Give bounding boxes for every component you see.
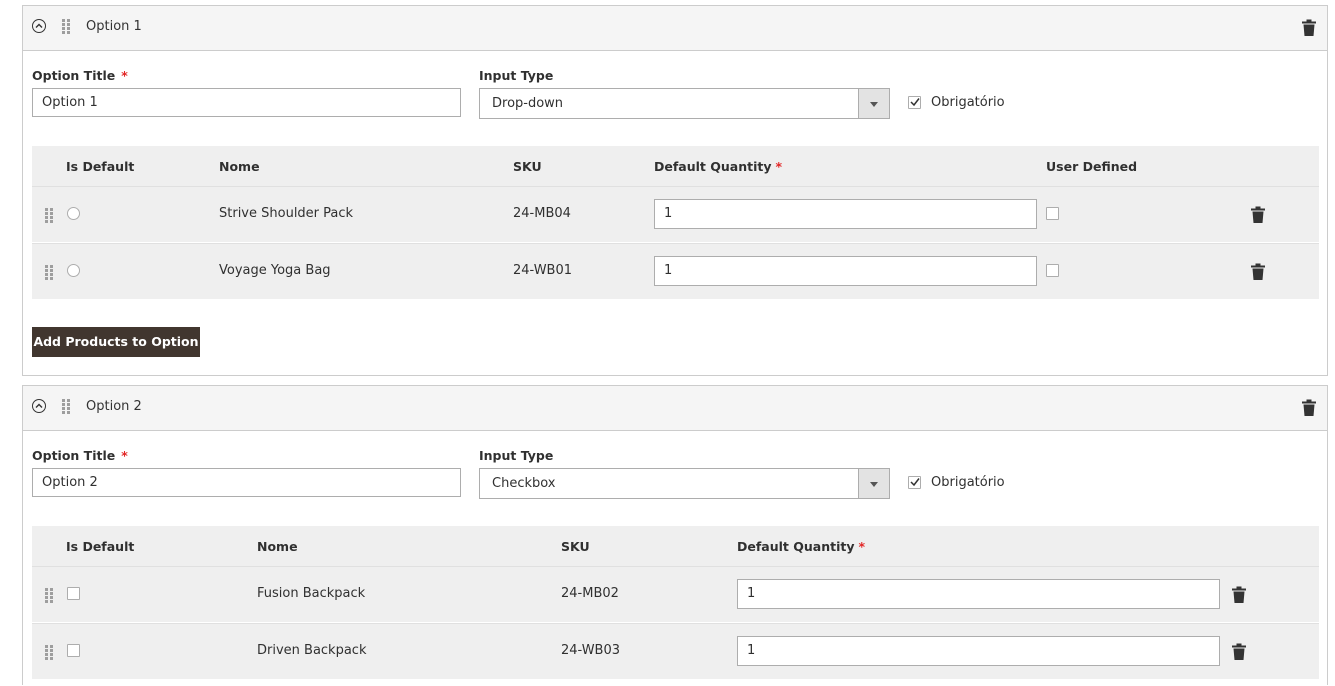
delete-row-icon[interactable] <box>1251 263 1265 280</box>
product-name: Driven Backpack <box>257 643 367 658</box>
required-mark: * <box>858 539 866 554</box>
input-type-label: Input Type <box>479 68 554 83</box>
delete-row-icon[interactable] <box>1251 206 1265 223</box>
option-title-label: Option Title * <box>32 68 128 83</box>
column-header: SKU <box>513 159 542 174</box>
required-mark: * <box>775 159 783 174</box>
product-sku: 24-MB04 <box>513 206 571 221</box>
input-type-value: Drop-down <box>492 96 564 111</box>
table-row: Driven Backpack 24-WB03 1 <box>32 623 1319 679</box>
input-type-label: Input Type <box>479 448 554 463</box>
option-header[interactable]: Option 1 <box>23 6 1327 51</box>
drag-handle-icon[interactable] <box>45 265 53 281</box>
is-default-radio[interactable] <box>67 207 80 220</box>
collapse-icon[interactable] <box>32 19 46 33</box>
is-default-checkbox[interactable] <box>67 587 80 600</box>
default-quantity-input[interactable]: 1 <box>737 579 1220 609</box>
table-header: Is Default Nome SKU Default Quantity * <box>32 526 1319 566</box>
product-name: Strive Shoulder Pack <box>219 206 354 221</box>
chevron-down-icon[interactable] <box>858 469 889 498</box>
required-mark: * <box>121 448 128 463</box>
column-header: Nome <box>257 539 298 554</box>
product-sku: 24-WB01 <box>513 263 573 278</box>
drag-handle-icon[interactable] <box>62 19 70 35</box>
table-header: Is Default Nome SKU Default Quantity * Us… <box>32 146 1319 186</box>
is-default-checkbox[interactable] <box>67 644 80 657</box>
chevron-down-icon[interactable] <box>858 89 889 118</box>
required-checkbox[interactable] <box>908 476 921 489</box>
user-defined-checkbox[interactable] <box>1046 207 1059 220</box>
option-panel-2: Option 2 Option Title * Option 2 Input Ty… <box>22 385 1328 685</box>
product-sku: 24-MB02 <box>561 586 619 601</box>
table-row: Strive Shoulder Pack 24-MB04 1 <box>32 186 1319 242</box>
option-title-label: Option Title * <box>32 448 128 463</box>
column-header-text: Default Quantity <box>737 539 855 554</box>
column-header: User Defined <box>1046 159 1138 174</box>
default-quantity-input[interactable]: 1 <box>737 636 1220 666</box>
is-default-radio[interactable] <box>67 264 80 277</box>
column-header: SKU <box>561 539 590 554</box>
delete-option-icon[interactable] <box>1302 399 1316 416</box>
selections-table: Is Default Nome SKU Default Quantity * Fu… <box>32 526 1319 686</box>
input-type-value: Checkbox <box>492 476 556 491</box>
option-header-title: Option 1 <box>86 19 142 34</box>
option-title-label-text: Option Title <box>32 68 116 83</box>
product-name: Fusion Backpack <box>257 586 366 601</box>
column-header: Is Default <box>66 159 135 174</box>
delete-row-icon[interactable] <box>1232 643 1246 660</box>
option-header[interactable]: Option 2 <box>23 386 1327 431</box>
column-header: Is Default <box>66 539 135 554</box>
table-row: Voyage Yoga Bag 24-WB01 1 <box>32 243 1319 299</box>
required-label: Obrigatório <box>931 475 1005 490</box>
required-mark: * <box>121 68 128 83</box>
drag-handle-icon[interactable] <box>45 588 53 604</box>
column-header-qty: Default Quantity * <box>654 159 782 174</box>
delete-row-icon[interactable] <box>1232 586 1246 603</box>
option-title-label-text: Option Title <box>32 448 116 463</box>
default-quantity-input[interactable]: 1 <box>654 256 1037 286</box>
default-quantity-input[interactable]: 1 <box>654 199 1037 229</box>
drag-handle-icon[interactable] <box>45 208 53 224</box>
option-title-input[interactable]: Option 1 <box>32 88 461 117</box>
table-row: Fusion Backpack 24-MB02 1 <box>32 566 1319 622</box>
column-header: Nome <box>219 159 260 174</box>
selections-table: Is Default Nome SKU Default Quantity * Us… <box>32 146 1319 300</box>
input-type-select[interactable]: Drop-down <box>479 88 890 119</box>
drag-handle-icon[interactable] <box>62 399 70 415</box>
delete-option-icon[interactable] <box>1302 19 1316 36</box>
column-header-text: Default Quantity <box>654 159 772 174</box>
column-header-qty: Default Quantity * <box>737 539 865 554</box>
required-label: Obrigatório <box>931 95 1005 110</box>
product-name: Voyage Yoga Bag <box>219 263 331 278</box>
product-sku: 24-WB03 <box>561 643 621 658</box>
required-checkbox[interactable] <box>908 96 921 109</box>
user-defined-checkbox[interactable] <box>1046 264 1059 277</box>
option-header-title: Option 2 <box>86 399 142 414</box>
add-products-button[interactable]: Add Products to Option <box>32 327 200 357</box>
drag-handle-icon[interactable] <box>45 645 53 661</box>
option-title-input[interactable]: Option 2 <box>32 468 461 497</box>
option-panel-1: Option 1 Option Title * Option 1 Input Ty… <box>22 5 1328 376</box>
collapse-icon[interactable] <box>32 399 46 413</box>
input-type-select[interactable]: Checkbox <box>479 468 890 499</box>
